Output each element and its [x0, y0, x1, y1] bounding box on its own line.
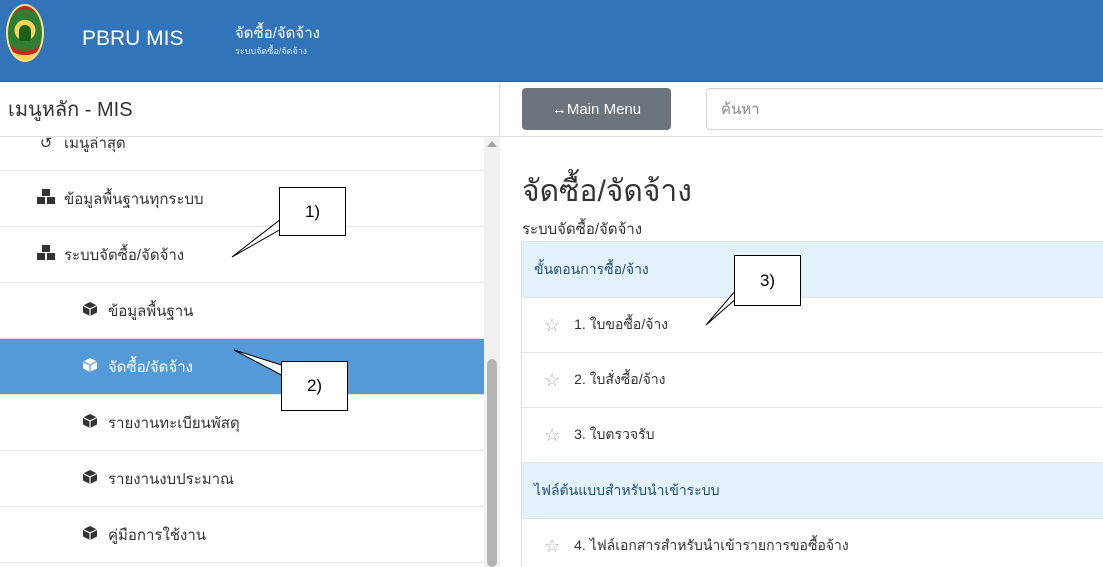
callout-3: 3) — [734, 255, 801, 306]
star-icon[interactable]: ☆ — [544, 370, 560, 391]
list-item-label: 3. ใบตรวจรับ — [574, 426, 655, 442]
cubes-icon — [36, 244, 56, 265]
main-content: ↔Main Menu ค้นหา จัดซื้อ/จัดจ้าง ระบบจัด… — [500, 82, 1103, 567]
sidebar-item-label: รายงานงบประมาณ — [108, 470, 234, 488]
sidebar-item-label: ข้อมูลพื้นฐาน — [108, 302, 194, 320]
sidebar-menu: ↺ เมนูล่าสุด ข้อมูลพื้นฐานทุกระบบ ระบบจั… — [0, 137, 484, 567]
callout-1: 1) — [279, 187, 346, 236]
sidebar-item-label: คู่มือการใช้งาน — [108, 526, 206, 544]
cube-icon — [80, 413, 100, 433]
sidebar-item-label: เมนูล่าสุด — [64, 137, 126, 152]
sidebar-item-recent[interactable]: ↺ เมนูล่าสุด — [0, 137, 484, 171]
page-subtitle: ระบบจัดซื้อ/จัดจ้าง — [522, 221, 643, 238]
procurement-list: ขั้นตอนการซื้อ/จ้าง ☆ 1. ใบขอซื้อ/จ้าง ☆… — [521, 241, 1103, 567]
history-icon: ↺ — [39, 137, 53, 152]
sidebar-heading: เมนูหลัก - MIS — [0, 82, 499, 137]
sidebar-item-label: ระบบจัดซื้อ/จัดจ้าง — [64, 246, 185, 264]
list-item-import-file[interactable]: ☆ 4. ไฟล์เอกสารสำหรับนำเข้ารายการขอซื้อจ… — [522, 519, 1103, 567]
sidebar-item-base-data[interactable]: ข้อมูลพื้นฐาน — [0, 283, 484, 339]
sidebar-item-procurement-system[interactable]: ระบบจัดซื้อ/จัดจ้าง — [0, 227, 484, 283]
list-item-label: 2. ใบสั่งซื้อ/จ้าง — [574, 371, 666, 387]
sidebar-item-base-data-all[interactable]: ข้อมูลพื้นฐานทุกระบบ — [0, 171, 484, 227]
list-item-inspection-receipt[interactable]: ☆ 3. ใบตรวจรับ — [522, 408, 1103, 463]
search-input[interactable]: ค้นหา — [706, 88, 1103, 130]
cube-icon — [80, 469, 100, 489]
list-item-label: 4. ไฟล์เอกสารสำหรับนำเข้ารายการขอซื้อจ้า… — [574, 537, 849, 553]
sidebar: เมนูหลัก - MIS ↺ เมนูล่าสุด ข้อมูลพื้นฐา… — [0, 82, 500, 567]
star-icon[interactable]: ☆ — [544, 425, 560, 446]
module-title: จัดซื้อ/จัดจ้าง — [235, 25, 320, 42]
page: PBRU MIS จัดซื้อ/จัดจ้าง ระบบจัดซื้อ/จัด… — [0, 0, 1103, 567]
list-item-label: 1. ใบขอซื้อ/จ้าง — [574, 316, 669, 332]
cube-icon — [80, 525, 100, 545]
cubes-icon — [36, 188, 56, 209]
callout-2: 2) — [281, 361, 348, 411]
module-subtitle: ระบบจัดซื้อ/จัดจ้าง — [235, 46, 308, 56]
star-icon[interactable]: ☆ — [544, 536, 560, 557]
main-menu-toggle-button[interactable]: ↔Main Menu — [522, 88, 671, 130]
cube-icon — [80, 301, 100, 321]
sidebar-item-procurement[interactable]: จัดซื้อ/จัดจ้าง — [0, 339, 484, 395]
university-logo-icon[interactable] — [6, 4, 44, 62]
sidebar-item-label: รายงานทะเบียนพัสดุ — [108, 414, 240, 432]
sidebar-scrollbar[interactable] — [484, 137, 500, 567]
list-item-purchase-request[interactable]: ☆ 1. ใบขอซื้อ/จ้าง — [522, 298, 1103, 353]
sidebar-item-label: ข้อมูลพื้นฐานทุกระบบ — [64, 190, 204, 208]
cube-icon — [80, 357, 100, 377]
section-header-import-templates: ไฟล์ต้นแบบสำหรับนำเข้าระบบ — [522, 463, 1103, 519]
page-title: จัดซื้อ/จัดจ้าง — [522, 175, 692, 208]
list-item-purchase-order[interactable]: ☆ 2. ใบสั่งซื้อ/จ้าง — [522, 353, 1103, 408]
top-navbar: PBRU MIS จัดซื้อ/จัดจ้าง ระบบจัดซื้อ/จัด… — [0, 0, 1103, 82]
app-title[interactable]: PBRU MIS — [82, 27, 184, 51]
scroll-up-arrow-icon[interactable] — [487, 141, 497, 147]
sidebar-item-user-manual[interactable]: คู่มือการใช้งาน — [0, 507, 484, 563]
sidebar-item-label: จัดซื้อ/จัดจ้าง — [108, 358, 193, 376]
section-header-procurement-steps: ขั้นตอนการซื้อ/จ้าง — [522, 242, 1103, 298]
search-toolbar: ↔Main Menu ค้นหา — [500, 82, 1103, 137]
scrollbar-thumb[interactable] — [487, 359, 497, 567]
sidebar-item-budget-report[interactable]: รายงานงบประมาณ — [0, 451, 484, 507]
sidebar-item-asset-register-report[interactable]: รายงานทะเบียนพัสดุ — [0, 395, 484, 451]
star-icon[interactable]: ☆ — [544, 315, 560, 336]
